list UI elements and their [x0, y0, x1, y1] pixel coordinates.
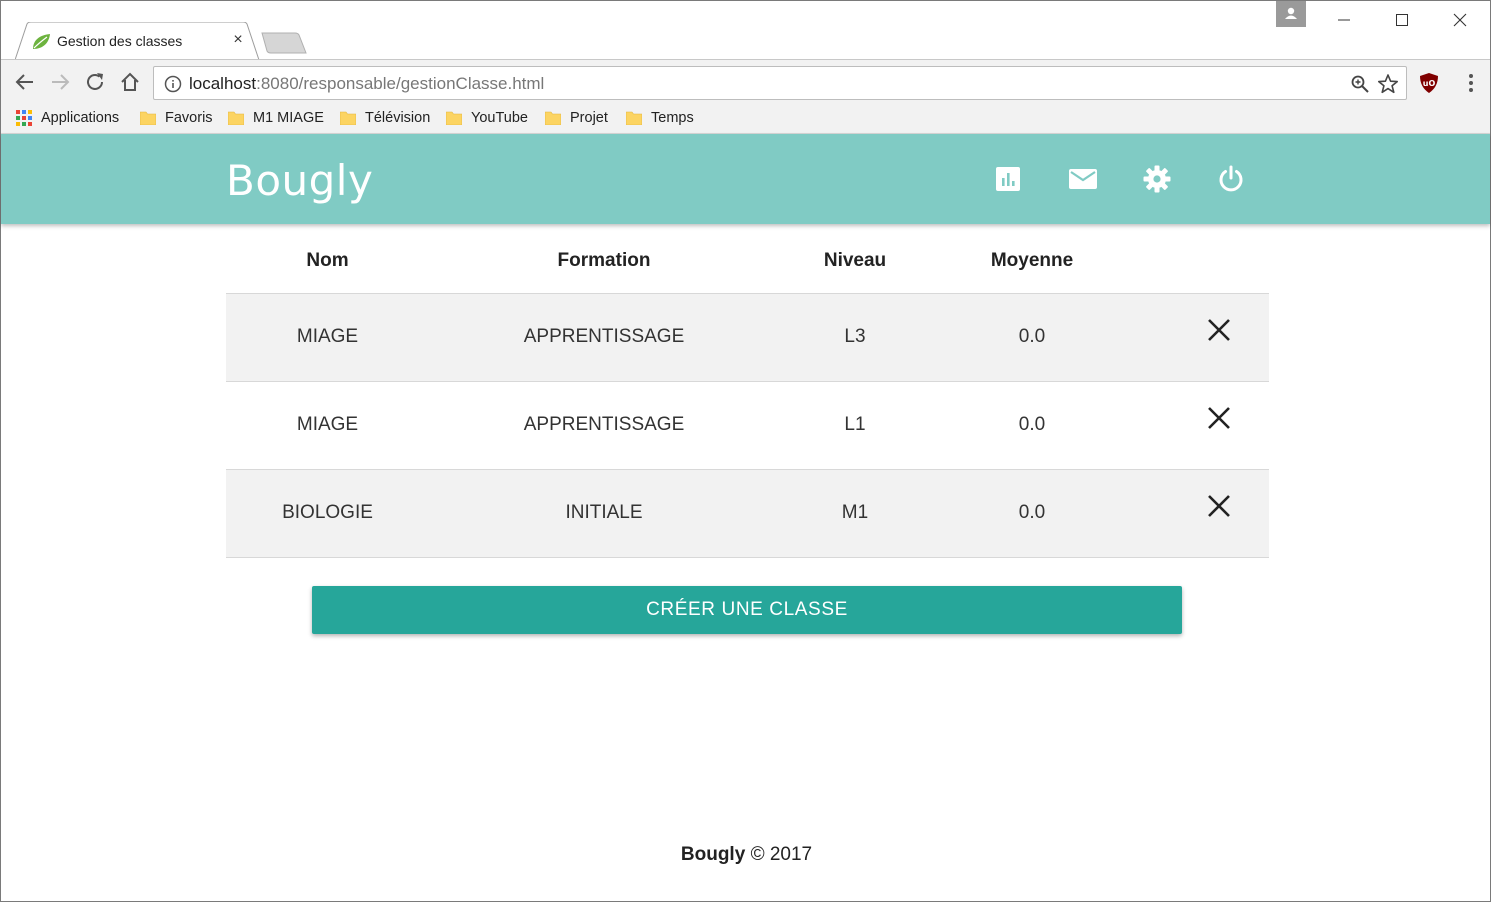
cell-nom: MIAGE — [226, 381, 429, 470]
column-header-nom: Nom — [226, 229, 429, 294]
back-icon[interactable] — [13, 70, 37, 94]
bookmarks-bar: Applications Favoris M1 MIAGE Télévision… — [1, 103, 1490, 134]
bookmark-label: Applications — [41, 110, 120, 126]
forward-icon[interactable] — [48, 70, 72, 94]
cell-formation: INITIALE — [429, 469, 779, 558]
reload-icon[interactable] — [83, 70, 107, 94]
footer-brand: Bougly — [680, 844, 746, 865]
svg-text:uO: uO — [1423, 79, 1436, 88]
spring-leaf-icon — [33, 34, 50, 49]
bookmark-applications[interactable]: Applications — [16, 108, 119, 128]
folder-icon — [545, 111, 561, 125]
browser-titlebar: Gestion des classes × — [1, 1, 1490, 60]
bookmark-projet[interactable]: Projet — [545, 108, 608, 128]
new-tab-button[interactable] — [261, 32, 307, 54]
home-icon[interactable] — [118, 70, 142, 94]
address-bar[interactable]: localhost:8080/responsable/gestionClasse… — [153, 66, 1407, 100]
url-host: localhost — [189, 74, 257, 93]
cell-actions — [1133, 293, 1269, 382]
url-text[interactable]: localhost:8080/responsable/gestionClasse… — [189, 74, 544, 94]
bookmark-label: YouTube — [471, 110, 528, 126]
table-row[interactable]: BIOLOGIE INITIALE M1 0.0 — [226, 469, 1269, 558]
brand-logo[interactable]: Bougly — [226, 156, 373, 205]
bookmark-television[interactable]: Télévision — [340, 108, 430, 128]
bookmark-label: Temps — [651, 110, 694, 126]
window-close-icon[interactable] — [1445, 7, 1475, 31]
tab-close-icon[interactable]: × — [229, 31, 247, 49]
table-row[interactable]: MIAGE APPRENTISSAGE L1 0.0 — [226, 381, 1269, 470]
bookmark-label: Favoris — [165, 110, 213, 126]
cell-nom: BIOLOGIE — [226, 469, 429, 558]
url-path: :8080/responsable/gestionClasse.html — [256, 74, 545, 93]
column-header-actions — [1133, 229, 1269, 294]
browser-tab[interactable]: Gestion des classes × — [15, 22, 260, 60]
cell-actions — [1133, 381, 1269, 470]
bookmark-m1-miage[interactable]: M1 MIAGE — [228, 108, 324, 128]
bookmark-label: M1 MIAGE — [253, 110, 324, 126]
cell-formation: APPRENTISSAGE — [429, 293, 779, 382]
folder-icon — [228, 111, 244, 125]
column-header-niveau: Niveau — [779, 229, 931, 294]
cell-niveau: L1 — [779, 381, 931, 470]
ublock-icon[interactable]: uO — [1419, 72, 1439, 94]
cell-actions — [1133, 469, 1269, 558]
browser-toolbar: localhost:8080/responsable/gestionClasse… — [1, 59, 1490, 103]
bookmark-label: Projet — [570, 110, 608, 126]
cell-moyenne: 0.0 — [931, 381, 1133, 470]
folder-icon — [140, 111, 156, 125]
mail-icon[interactable] — [1068, 164, 1098, 194]
folder-icon — [626, 111, 642, 125]
app-header: Bougly — [1, 134, 1490, 224]
cell-niveau: M1 — [779, 469, 931, 558]
cell-moyenne: 0.0 — [931, 293, 1133, 382]
tab-title: Gestion des classes — [57, 33, 183, 49]
folder-icon — [340, 111, 356, 125]
info-icon[interactable] — [164, 75, 182, 93]
bookmark-youtube[interactable]: YouTube — [446, 108, 528, 128]
cell-niveau: L3 — [779, 293, 931, 382]
settings-icon[interactable] — [1142, 164, 1172, 194]
bookmark-favoris[interactable]: Favoris — [140, 108, 213, 128]
cell-formation: APPRENTISSAGE — [429, 381, 779, 470]
bookmark-temps[interactable]: Temps — [626, 108, 694, 128]
table-header-row: Nom Formation Niveau Moyenne — [226, 229, 1269, 294]
delete-icon[interactable] — [1206, 405, 1232, 431]
bookmark-label: Télévision — [365, 110, 431, 126]
delete-icon[interactable] — [1206, 493, 1232, 519]
create-class-button[interactable]: CRÉER UNE CLASSE — [312, 586, 1182, 634]
maximize-icon[interactable] — [1387, 7, 1417, 31]
table-row[interactable]: MIAGE APPRENTISSAGE L3 0.0 — [226, 293, 1269, 382]
menu-icon[interactable] — [1461, 71, 1481, 95]
minimize-icon[interactable] — [1329, 7, 1359, 31]
profile-icon[interactable] — [1276, 1, 1306, 27]
bookmark-star-icon[interactable] — [1377, 73, 1399, 95]
apps-grid-icon — [16, 110, 32, 126]
footer-copyright: © 2017 — [750, 844, 813, 865]
delete-icon[interactable] — [1206, 317, 1232, 343]
column-header-moyenne: Moyenne — [931, 229, 1133, 294]
zoom-icon[interactable] — [1350, 74, 1370, 94]
footer: Bougly © 2017 — [1, 844, 1491, 866]
classes-table: Nom Formation Niveau Moyenne MIAGE APPRE… — [226, 229, 1269, 558]
cell-moyenne: 0.0 — [931, 469, 1133, 558]
chart-icon[interactable] — [993, 164, 1023, 194]
power-icon[interactable] — [1216, 164, 1246, 194]
folder-icon — [446, 111, 462, 125]
cell-nom: MIAGE — [226, 293, 429, 382]
column-header-formation: Formation — [429, 229, 779, 294]
